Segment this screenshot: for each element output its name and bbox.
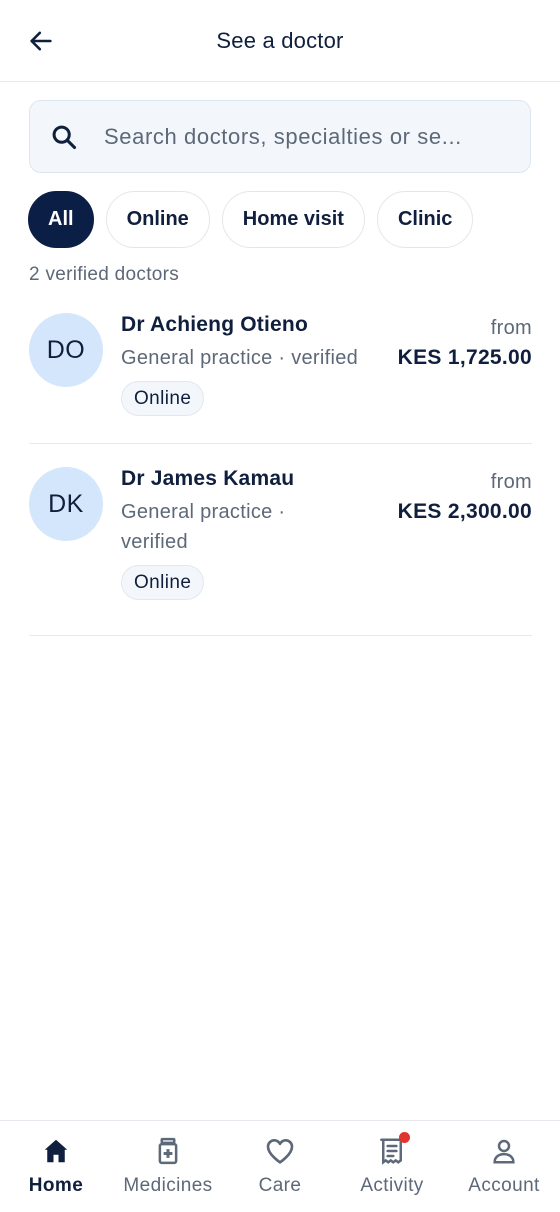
price-prefix: from [490, 471, 532, 493]
medicine-icon [152, 1135, 184, 1167]
nav-label: Activity [360, 1175, 424, 1196]
filter-chip-clinic[interactable]: Clinic [376, 191, 474, 248]
doctor-specialty: General practice · verified [121, 501, 286, 553]
doctor-specialty: General practice · verified [121, 347, 359, 369]
nav-label: Care [258, 1175, 302, 1196]
filter-chips: All Online Home visit Clinic [28, 191, 474, 248]
price-prefix: from [490, 317, 532, 339]
doctor-list: DO Dr Achieng Otieno General practice · … [29, 298, 532, 636]
nav-label: Account [468, 1175, 540, 1196]
search-bar[interactable] [29, 100, 531, 173]
doctor-card[interactable]: DO Dr Achieng Otieno General practice · … [29, 298, 532, 444]
filter-chip-online[interactable]: Online [105, 191, 210, 248]
nav-item-activity[interactable]: Activity [336, 1121, 448, 1212]
user-icon [488, 1135, 520, 1167]
doctor-card[interactable]: DK Dr James Kamau General practice · ver… [29, 452, 532, 636]
consultation-mode-badge: Online [121, 381, 205, 416]
search-icon [50, 123, 78, 151]
top-app-bar: See a doctor [0, 0, 560, 82]
doctor-info: Dr Achieng Otieno General practice · ver… [121, 313, 358, 416]
results-count: 2 verified doctors [29, 264, 180, 285]
receipt-icon [376, 1132, 410, 1167]
page-title: See a doctor [216, 27, 344, 53]
notification-dot [399, 1132, 410, 1143]
nav-item-account[interactable]: Account [448, 1121, 560, 1212]
app-root: See a doctor All Online Home visit Clini… [0, 0, 560, 1212]
filter-chip-all[interactable]: All [28, 191, 94, 248]
nav-label: Home [28, 1175, 84, 1196]
filter-chip-home-visit[interactable]: Home visit [221, 191, 365, 248]
avatar: DO [29, 313, 103, 387]
arrow-left-icon [30, 31, 52, 51]
avatar: DK [29, 467, 103, 541]
nav-item-medicines[interactable]: Medicines [112, 1121, 224, 1212]
consultation-mode-badge: Online [121, 565, 205, 600]
doctor-name: Dr James Kamau [121, 467, 295, 490]
heart-icon [264, 1135, 296, 1167]
home-icon [40, 1135, 72, 1167]
price-block: from KES 1,725.00 [398, 317, 532, 370]
price-value: KES 1,725.00 [397, 346, 532, 369]
price-value: KES 2,300.00 [397, 500, 532, 523]
search-input[interactable] [104, 123, 504, 150]
nav-item-home[interactable]: Home [0, 1121, 112, 1212]
doctor-info: Dr James Kamau General practice · verifi… [121, 467, 321, 600]
nav-label: Medicines [123, 1175, 213, 1196]
nav-item-care[interactable]: Care [224, 1121, 336, 1212]
price-block: from KES 2,300.00 [398, 471, 532, 524]
back-button[interactable] [22, 22, 60, 60]
doctor-name: Dr Achieng Otieno [121, 313, 308, 336]
bottom-navigation: Home Medicines Care Activity Account [0, 1120, 560, 1212]
